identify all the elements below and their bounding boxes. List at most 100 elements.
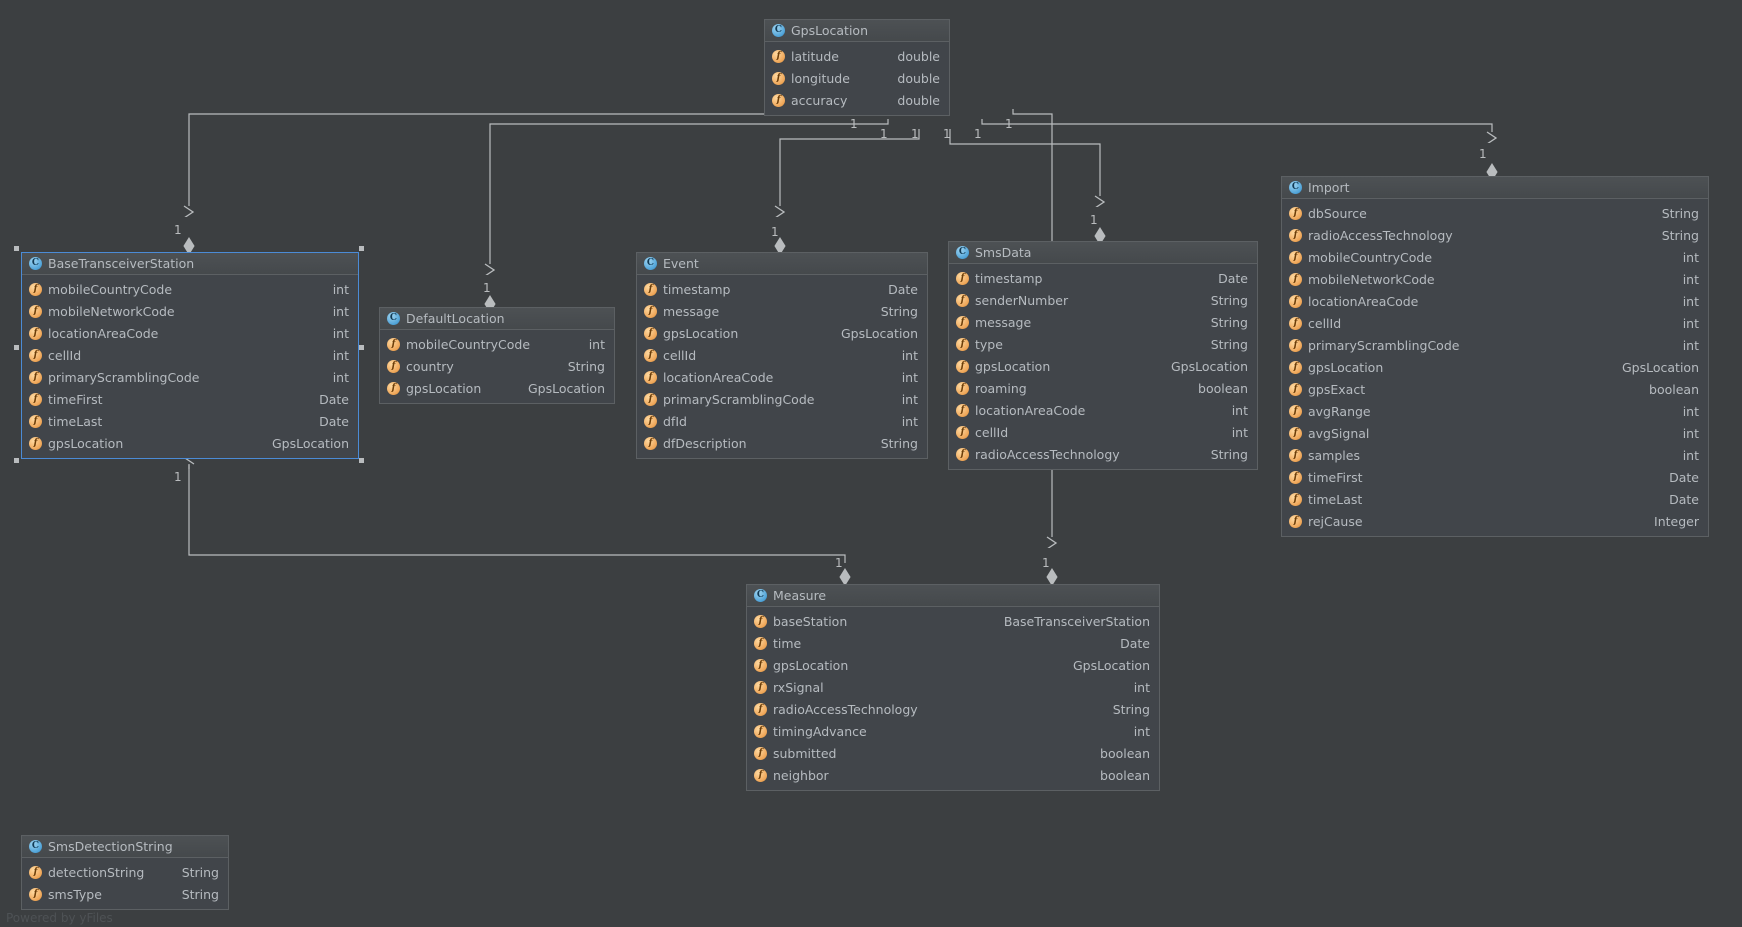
field-row[interactable]: f detectionString String bbox=[22, 861, 228, 883]
field-row[interactable]: f dfId int bbox=[637, 410, 927, 432]
field-row[interactable]: f locationAreaCode int bbox=[22, 322, 358, 344]
field-icon: f bbox=[772, 49, 785, 63]
field-row[interactable]: f neighbor boolean bbox=[747, 764, 1159, 786]
field-row[interactable]: f radioAccessTechnology String bbox=[1282, 224, 1708, 246]
resize-handle[interactable] bbox=[14, 345, 19, 350]
field-row[interactable]: f dfDescription String bbox=[637, 432, 927, 454]
field-row[interactable]: f gpsLocation GpsLocation bbox=[637, 322, 927, 344]
field-row[interactable]: f primaryScramblingCode int bbox=[637, 388, 927, 410]
field-row[interactable]: f mobileNetworkCode int bbox=[22, 300, 358, 322]
class-header[interactable]: C SmsDetectionString bbox=[22, 836, 228, 858]
field-name: timestamp bbox=[975, 270, 1043, 286]
class-header[interactable]: C GpsLocation bbox=[765, 20, 949, 42]
field-row[interactable]: f baseStation BaseTransceiverStation bbox=[747, 610, 1159, 632]
class-header[interactable]: C Import bbox=[1282, 177, 1708, 199]
field-name: mobileNetworkCode bbox=[48, 303, 175, 319]
field-row[interactable]: f type String bbox=[949, 333, 1257, 355]
field-row[interactable]: f gpsLocation GpsLocation bbox=[747, 654, 1159, 676]
field-row[interactable]: f timestamp Date bbox=[949, 267, 1257, 289]
field-row[interactable]: f cellId int bbox=[1282, 312, 1708, 334]
field-row[interactable]: f gpsLocation GpsLocation bbox=[22, 432, 358, 454]
field-row[interactable]: f radioAccessTechnology String bbox=[747, 698, 1159, 720]
field-row[interactable]: f rxSignal int bbox=[747, 676, 1159, 698]
field-row[interactable]: f senderNumber String bbox=[949, 289, 1257, 311]
field-row[interactable]: f timeFirst Date bbox=[1282, 466, 1708, 488]
field-row[interactable]: f locationAreaCode int bbox=[949, 399, 1257, 421]
field-row[interactable]: f timeFirst Date bbox=[22, 388, 358, 410]
uml-class-basetransceiverstation[interactable]: C BaseTransceiverStation f mobileCountryCod… bbox=[21, 252, 359, 459]
field-type: GpsLocation bbox=[1072, 657, 1150, 673]
class-header[interactable]: C Event bbox=[637, 253, 927, 275]
diagram-canvas[interactable]: C GpsLocation f latitude double f longitude dou… bbox=[0, 0, 1742, 927]
class-header[interactable]: C Measure bbox=[747, 585, 1159, 607]
field-icon: f bbox=[1289, 338, 1302, 352]
field-row[interactable]: f message String bbox=[949, 311, 1257, 333]
multiplicity-label: 1 bbox=[483, 281, 491, 295]
field-row[interactable]: f smsType String bbox=[22, 883, 228, 905]
field-type: String bbox=[181, 864, 219, 880]
field-name: locationAreaCode bbox=[1308, 293, 1419, 309]
field-row[interactable]: f timestamp Date bbox=[637, 278, 927, 300]
field-row[interactable]: f cellId int bbox=[949, 421, 1257, 443]
field-row[interactable]: f locationAreaCode int bbox=[637, 366, 927, 388]
field-row[interactable]: f timeLast Date bbox=[1282, 488, 1708, 510]
uml-class-event[interactable]: C Event f timestamp Date f message String f gpsLo… bbox=[636, 252, 928, 459]
class-icon: C bbox=[1289, 181, 1302, 194]
field-name: country bbox=[406, 358, 454, 374]
field-icon: f bbox=[29, 348, 42, 362]
field-row[interactable]: f gpsLocation GpsLocation bbox=[1282, 356, 1708, 378]
field-icon: f bbox=[956, 403, 969, 417]
resize-handle[interactable] bbox=[359, 345, 364, 350]
field-row[interactable]: f gpsLocation GpsLocation bbox=[380, 377, 614, 399]
field-row[interactable]: f longitude double bbox=[765, 67, 949, 89]
field-row[interactable]: f cellId int bbox=[637, 344, 927, 366]
field-name: timingAdvance bbox=[773, 723, 867, 739]
field-row[interactable]: f dbSource String bbox=[1282, 202, 1708, 224]
uml-class-measure[interactable]: C Measure f baseStation BaseTransceiverStati… bbox=[746, 584, 1160, 791]
field-row[interactable]: f submitted boolean bbox=[747, 742, 1159, 764]
field-row[interactable]: f mobileCountryCode int bbox=[22, 278, 358, 300]
class-header[interactable]: C BaseTransceiverStation bbox=[22, 253, 358, 275]
field-icon: f bbox=[1289, 404, 1302, 418]
field-row[interactable]: f cellId int bbox=[22, 344, 358, 366]
field-type: String bbox=[1661, 227, 1699, 243]
field-row[interactable]: f primaryScramblingCode int bbox=[22, 366, 358, 388]
field-row[interactable]: f rejCause Integer bbox=[1282, 510, 1708, 532]
field-type: String bbox=[181, 886, 219, 902]
field-row[interactable]: f avgRange int bbox=[1282, 400, 1708, 422]
field-row[interactable]: f roaming boolean bbox=[949, 377, 1257, 399]
class-header[interactable]: C DefaultLocation bbox=[380, 308, 614, 330]
field-row[interactable]: f avgSignal int bbox=[1282, 422, 1708, 444]
field-icon: f bbox=[29, 326, 42, 340]
field-icon: f bbox=[956, 293, 969, 307]
class-header[interactable]: C SmsData bbox=[949, 242, 1257, 264]
field-row[interactable]: f time Date bbox=[747, 632, 1159, 654]
resize-handle[interactable] bbox=[359, 246, 364, 251]
resize-handle[interactable] bbox=[14, 246, 19, 251]
field-type: int bbox=[901, 391, 918, 407]
field-row[interactable]: f primaryScramblingCode int bbox=[1282, 334, 1708, 356]
field-row[interactable]: f mobileCountryCode int bbox=[1282, 246, 1708, 268]
field-row[interactable]: f gpsExact boolean bbox=[1282, 378, 1708, 400]
field-row[interactable]: f locationAreaCode int bbox=[1282, 290, 1708, 312]
uml-class-smsdata[interactable]: C SmsData f timestamp Date f senderNumber Strin… bbox=[948, 241, 1258, 470]
field-row[interactable]: f accuracy double bbox=[765, 89, 949, 111]
field-type: int bbox=[901, 369, 918, 385]
field-row[interactable]: f mobileCountryCode int bbox=[380, 333, 614, 355]
uml-class-smsdetectionstring[interactable]: C SmsDetectionString f detectionString Strin… bbox=[21, 835, 229, 910]
uml-class-import[interactable]: C Import f dbSource String f radioAccessTechno… bbox=[1281, 176, 1709, 537]
field-row[interactable]: f mobileNetworkCode int bbox=[1282, 268, 1708, 290]
uml-class-defaultlocation[interactable]: C DefaultLocation f mobileCountryCode int f co… bbox=[379, 307, 615, 404]
uml-class-gpslocation[interactable]: C GpsLocation f latitude double f longitude dou… bbox=[764, 19, 950, 116]
resize-handle[interactable] bbox=[14, 458, 19, 463]
field-row[interactable]: f timingAdvance int bbox=[747, 720, 1159, 742]
field-icon: f bbox=[956, 425, 969, 439]
field-row[interactable]: f samples int bbox=[1282, 444, 1708, 466]
field-row[interactable]: f timeLast Date bbox=[22, 410, 358, 432]
field-row[interactable]: f message String bbox=[637, 300, 927, 322]
resize-handle[interactable] bbox=[359, 458, 364, 463]
field-row[interactable]: f radioAccessTechnology String bbox=[949, 443, 1257, 465]
field-row[interactable]: f latitude double bbox=[765, 45, 949, 67]
field-row[interactable]: f gpsLocation GpsLocation bbox=[949, 355, 1257, 377]
field-row[interactable]: f country String bbox=[380, 355, 614, 377]
